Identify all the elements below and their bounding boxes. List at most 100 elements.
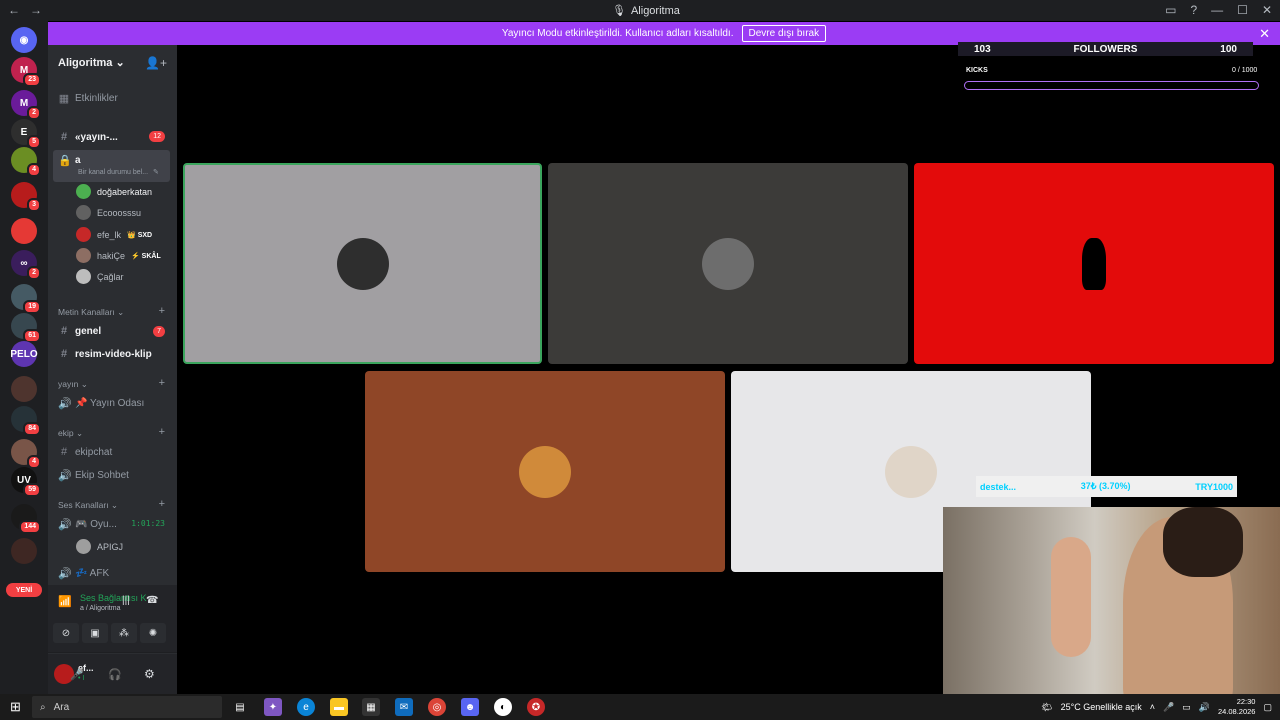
channel-a-status[interactable]: Bir kanal durumu bel... ✎: [78, 168, 159, 177]
server-icon[interactable]: UV 59: [11, 467, 41, 497]
gear-icon[interactable]: ⚙: [144, 667, 155, 681]
weather-text[interactable]: 25°C Genellikle açık: [1061, 702, 1142, 712]
participant-tile[interactable]: [365, 371, 725, 572]
help-icon[interactable]: ?: [1190, 3, 1197, 17]
participant-tile[interactable]: [183, 163, 542, 364]
server-icon[interactable]: PELO: [10, 341, 38, 367]
disconnect-icon[interactable]: ☎: [146, 595, 158, 606]
notification-icon[interactable]: ▢: [1263, 702, 1272, 713]
category-yayin[interactable]: yayın ⌄: [58, 379, 88, 390]
channel-ekip-sohbet[interactable]: 🔊 Ekip Sohbet: [58, 469, 129, 482]
voice-user-apigj[interactable]: APIGJ: [76, 539, 123, 554]
channel-yayin-odasi[interactable]: 🔊 📌 Yayın Odası: [58, 397, 144, 410]
channel-oyun[interactable]: 🔊 🎮 Oyu...: [58, 518, 117, 531]
speaker-icon: 🎙: [612, 5, 626, 17]
obs-icon[interactable]: ◐: [494, 698, 512, 716]
store-icon[interactable]: ▦: [362, 698, 380, 716]
followers-current: 103: [974, 43, 991, 55]
disable-streamer-mode-button[interactable]: Devre dışı bırak: [741, 25, 827, 42]
server-icon[interactable]: [11, 218, 37, 244]
close-banner-icon[interactable]: ✕: [1259, 26, 1270, 42]
channel-yayin[interactable]: # «yayın-...: [58, 131, 118, 143]
voice-user-name: efe_lk: [97, 229, 122, 240]
kicks-label: KICKS: [966, 67, 988, 74]
copilot-icon[interactable]: ✦: [264, 698, 282, 716]
server-icon[interactable]: ∞ 2: [11, 250, 41, 280]
voice-user[interactable]: doğaberkatan: [76, 184, 152, 199]
guild-header[interactable]: Aligoritma ⌄: [58, 56, 125, 69]
webcam-overlay: [943, 507, 1280, 694]
server-icon[interactable]: 84: [11, 406, 41, 436]
avatar: [519, 445, 571, 498]
donation-progress: 37₺ (3.70%): [1080, 481, 1131, 491]
discord-taskbar-icon[interactable]: ☻: [461, 698, 479, 716]
server-icon[interactable]: E5: [11, 119, 41, 149]
participant-tile[interactable]: [548, 163, 908, 364]
app-icon[interactable]: ✪: [527, 698, 545, 716]
close-window-button[interactable]: ✕: [1262, 3, 1272, 17]
clock[interactable]: 22:30 24.08.2026: [1218, 697, 1256, 717]
server-icon[interactable]: 61: [11, 313, 41, 343]
add-channel-icon[interactable]: +: [159, 426, 165, 438]
server-icon[interactable]: [11, 538, 37, 564]
channel-ekipchat[interactable]: # ekipchat: [58, 446, 112, 458]
chrome-icon[interactable]: ◎: [428, 698, 446, 716]
pencil-icon[interactable]: ✎: [153, 168, 159, 176]
add-channel-icon[interactable]: +: [159, 305, 165, 317]
add-channel-icon[interactable]: +: [159, 498, 165, 510]
discord-home-icon[interactable]: ◉: [11, 27, 37, 53]
participant-tile[interactable]: [914, 163, 1274, 364]
voice-user[interactable]: hakiÇe ⚡ SKÂL: [76, 248, 161, 263]
server-icon[interactable]: 19: [11, 284, 41, 314]
channel-a[interactable]: 🔒 a: [58, 154, 81, 167]
back-arrow-icon[interactable]: ←: [8, 3, 20, 17]
activities-button[interactable]: ⁂: [111, 623, 137, 643]
voice-user[interactable]: Ecooosssu: [76, 205, 141, 220]
channel-afk[interactable]: 🔊 💤 AFK: [58, 567, 109, 580]
volume-icon[interactable]: 🔊: [1199, 702, 1210, 713]
server-icon[interactable]: 4: [11, 439, 41, 469]
server-icon[interactable]: 144: [11, 504, 41, 534]
channel-resim[interactable]: # resim-video-klip: [58, 348, 152, 360]
invite-people-icon[interactable]: 👤+: [145, 56, 167, 70]
signal-icon: 📶: [58, 596, 72, 608]
battery-icon[interactable]: ▭: [1182, 702, 1191, 713]
edge-icon[interactable]: e: [297, 698, 315, 716]
server-icon[interactable]: 3: [11, 182, 41, 212]
microphone-icon[interactable]: 🎤: [1163, 702, 1174, 713]
server-icon[interactable]: M2: [11, 90, 41, 120]
category-text-channels[interactable]: Metin Kanalları ⌄: [58, 307, 124, 318]
server-icon[interactable]: M 23: [11, 57, 41, 87]
minimize-button[interactable]: —: [1211, 3, 1223, 17]
windows-start-icon[interactable]: ⊞: [10, 699, 21, 715]
server-icon[interactable]: [11, 376, 37, 402]
soundboard-button[interactable]: ✺: [140, 623, 166, 643]
inbox-icon[interactable]: ▭: [1165, 3, 1176, 17]
file-explorer-icon[interactable]: ▬: [330, 698, 348, 716]
user-panel: ef... • I 🎤 🎧 ⚙: [48, 654, 177, 694]
channel-sidebar: Aligoritma ⌄ 👤+ ▦ Etkinlikler # «yayın-...…: [48, 45, 177, 694]
outlook-icon[interactable]: ✉: [395, 698, 413, 716]
category-ekip[interactable]: ekip ⌄: [58, 428, 83, 439]
voice-status[interactable]: Ses Bağlantısı K: [80, 593, 147, 603]
forward-arrow-icon[interactable]: →: [30, 3, 42, 17]
voice-user[interactable]: Çağlar: [76, 269, 124, 284]
server-icon[interactable]: 4: [11, 147, 41, 177]
task-view-icon[interactable]: ▤: [231, 698, 249, 716]
noise-suppression-icon[interactable]: |||: [122, 595, 130, 606]
camera-off-button[interactable]: ⊘: [53, 623, 79, 643]
voice-channel-path[interactable]: a / Aligoritma: [80, 605, 120, 612]
maximize-button[interactable]: ☐: [1237, 3, 1248, 17]
category-voice[interactable]: Ses Kanalları ⌄: [58, 500, 118, 511]
chevron-up-icon[interactable]: ˄: [1150, 702, 1155, 712]
taskbar-search[interactable]: ⌕ Ara: [32, 696, 222, 718]
voice-user[interactable]: efe_lk 👑 SXD: [76, 227, 152, 242]
events-item[interactable]: ▦ Etkinlikler: [58, 92, 118, 105]
channel-genel[interactable]: # genel: [58, 325, 101, 337]
screen-share-button[interactable]: ▣: [82, 623, 108, 643]
server-mention-badge: 144: [19, 520, 41, 534]
microphone-icon[interactable]: 🎤: [70, 668, 84, 681]
add-channel-icon[interactable]: +: [159, 377, 165, 389]
weather-icon[interactable]: 🌤: [1041, 702, 1052, 713]
headset-icon[interactable]: 🎧: [108, 668, 122, 681]
